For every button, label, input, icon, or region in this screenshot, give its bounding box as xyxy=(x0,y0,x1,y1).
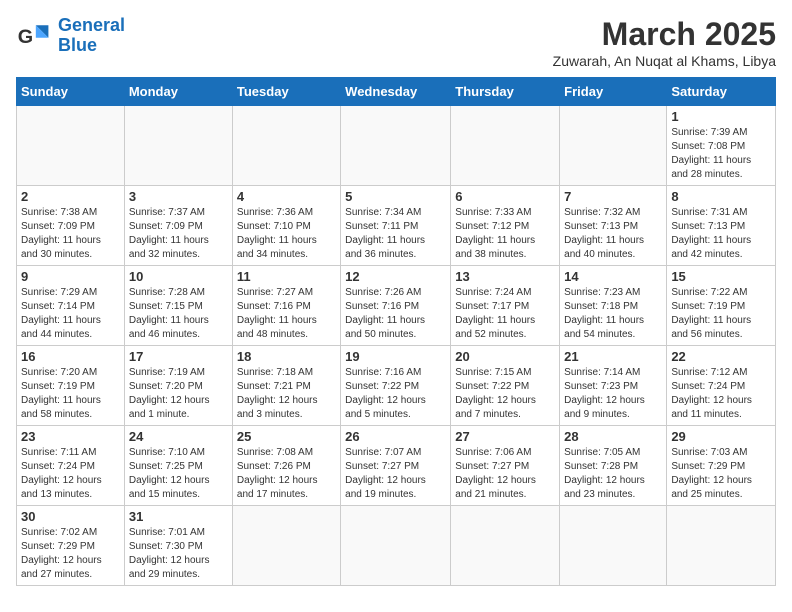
header-monday: Monday xyxy=(124,78,232,106)
empty-cell xyxy=(341,506,451,586)
empty-cell xyxy=(341,106,451,186)
day-17: 17 Sunrise: 7:19 AMSunset: 7:20 PMDaylig… xyxy=(124,346,232,426)
day-6: 6 Sunrise: 7:33 AMSunset: 7:12 PMDayligh… xyxy=(451,186,560,266)
empty-cell xyxy=(667,506,776,586)
day-15: 15 Sunrise: 7:22 AMSunset: 7:19 PMDaylig… xyxy=(667,266,776,346)
month-title: March 2025 xyxy=(553,16,776,53)
logo-blue: Blue xyxy=(58,35,97,55)
day-11: 11 Sunrise: 7:27 AMSunset: 7:16 PMDaylig… xyxy=(232,266,340,346)
empty-cell xyxy=(451,506,560,586)
day-7: 7 Sunrise: 7:32 AMSunset: 7:13 PMDayligh… xyxy=(560,186,667,266)
week-row-5: 23 Sunrise: 7:11 AMSunset: 7:24 PMDaylig… xyxy=(17,426,776,506)
page-header: G General Blue March 2025 Zuwarah, An Nu… xyxy=(16,16,776,69)
day-1: 1 Sunrise: 7:39 AMSunset: 7:08 PMDayligh… xyxy=(667,106,776,186)
day-8: 8 Sunrise: 7:31 AMSunset: 7:13 PMDayligh… xyxy=(667,186,776,266)
title-block: March 2025 Zuwarah, An Nuqat al Khams, L… xyxy=(553,16,776,69)
day-12: 12 Sunrise: 7:26 AMSunset: 7:16 PMDaylig… xyxy=(341,266,451,346)
day-22: 22 Sunrise: 7:12 AMSunset: 7:24 PMDaylig… xyxy=(667,346,776,426)
calendar-table: Sunday Monday Tuesday Wednesday Thursday… xyxy=(16,77,776,586)
week-row-4: 16 Sunrise: 7:20 AMSunset: 7:19 PMDaylig… xyxy=(17,346,776,426)
day-18: 18 Sunrise: 7:18 AMSunset: 7:21 PMDaylig… xyxy=(232,346,340,426)
svg-text:G: G xyxy=(18,26,33,48)
day-14: 14 Sunrise: 7:23 AMSunset: 7:18 PMDaylig… xyxy=(560,266,667,346)
day-20: 20 Sunrise: 7:15 AMSunset: 7:22 PMDaylig… xyxy=(451,346,560,426)
day-24: 24 Sunrise: 7:10 AMSunset: 7:25 PMDaylig… xyxy=(124,426,232,506)
day-31: 31 Sunrise: 7:01 AMSunset: 7:30 PMDaylig… xyxy=(124,506,232,586)
day-30: 30 Sunrise: 7:02 AMSunset: 7:29 PMDaylig… xyxy=(17,506,125,586)
header-sunday: Sunday xyxy=(17,78,125,106)
logo-icon: G xyxy=(16,18,52,54)
logo-general: General xyxy=(58,15,125,35)
day-4: 4 Sunrise: 7:36 AMSunset: 7:10 PMDayligh… xyxy=(232,186,340,266)
header-thursday: Thursday xyxy=(451,78,560,106)
day-26: 26 Sunrise: 7:07 AMSunset: 7:27 PMDaylig… xyxy=(341,426,451,506)
header-wednesday: Wednesday xyxy=(341,78,451,106)
day-21: 21 Sunrise: 7:14 AMSunset: 7:23 PMDaylig… xyxy=(560,346,667,426)
day-3: 3 Sunrise: 7:37 AMSunset: 7:09 PMDayligh… xyxy=(124,186,232,266)
day-23: 23 Sunrise: 7:11 AMSunset: 7:24 PMDaylig… xyxy=(17,426,125,506)
day-29: 29 Sunrise: 7:03 AMSunset: 7:29 PMDaylig… xyxy=(667,426,776,506)
week-row-3: 9 Sunrise: 7:29 AMSunset: 7:14 PMDayligh… xyxy=(17,266,776,346)
day-25: 25 Sunrise: 7:08 AMSunset: 7:26 PMDaylig… xyxy=(232,426,340,506)
empty-cell xyxy=(232,506,340,586)
day-5: 5 Sunrise: 7:34 AMSunset: 7:11 PMDayligh… xyxy=(341,186,451,266)
day-9: 9 Sunrise: 7:29 AMSunset: 7:14 PMDayligh… xyxy=(17,266,125,346)
empty-cell xyxy=(232,106,340,186)
header-tuesday: Tuesday xyxy=(232,78,340,106)
empty-cell xyxy=(17,106,125,186)
empty-cell xyxy=(451,106,560,186)
day-2: 2 Sunrise: 7:38 AMSunset: 7:09 PMDayligh… xyxy=(17,186,125,266)
location: Zuwarah, An Nuqat al Khams, Libya xyxy=(553,53,776,69)
empty-cell xyxy=(560,106,667,186)
empty-cell xyxy=(560,506,667,586)
day-19: 19 Sunrise: 7:16 AMSunset: 7:22 PMDaylig… xyxy=(341,346,451,426)
logo-text: General Blue xyxy=(58,16,125,56)
week-row-2: 2 Sunrise: 7:38 AMSunset: 7:09 PMDayligh… xyxy=(17,186,776,266)
week-row-1: 1 Sunrise: 7:39 AMSunset: 7:08 PMDayligh… xyxy=(17,106,776,186)
day-13: 13 Sunrise: 7:24 AMSunset: 7:17 PMDaylig… xyxy=(451,266,560,346)
empty-cell xyxy=(124,106,232,186)
day-10: 10 Sunrise: 7:28 AMSunset: 7:15 PMDaylig… xyxy=(124,266,232,346)
logo: G General Blue xyxy=(16,16,125,56)
header-friday: Friday xyxy=(560,78,667,106)
day-27: 27 Sunrise: 7:06 AMSunset: 7:27 PMDaylig… xyxy=(451,426,560,506)
day-16: 16 Sunrise: 7:20 AMSunset: 7:19 PMDaylig… xyxy=(17,346,125,426)
weekday-header-row: Sunday Monday Tuesday Wednesday Thursday… xyxy=(17,78,776,106)
week-row-6: 30 Sunrise: 7:02 AMSunset: 7:29 PMDaylig… xyxy=(17,506,776,586)
header-saturday: Saturday xyxy=(667,78,776,106)
day-28: 28 Sunrise: 7:05 AMSunset: 7:28 PMDaylig… xyxy=(560,426,667,506)
